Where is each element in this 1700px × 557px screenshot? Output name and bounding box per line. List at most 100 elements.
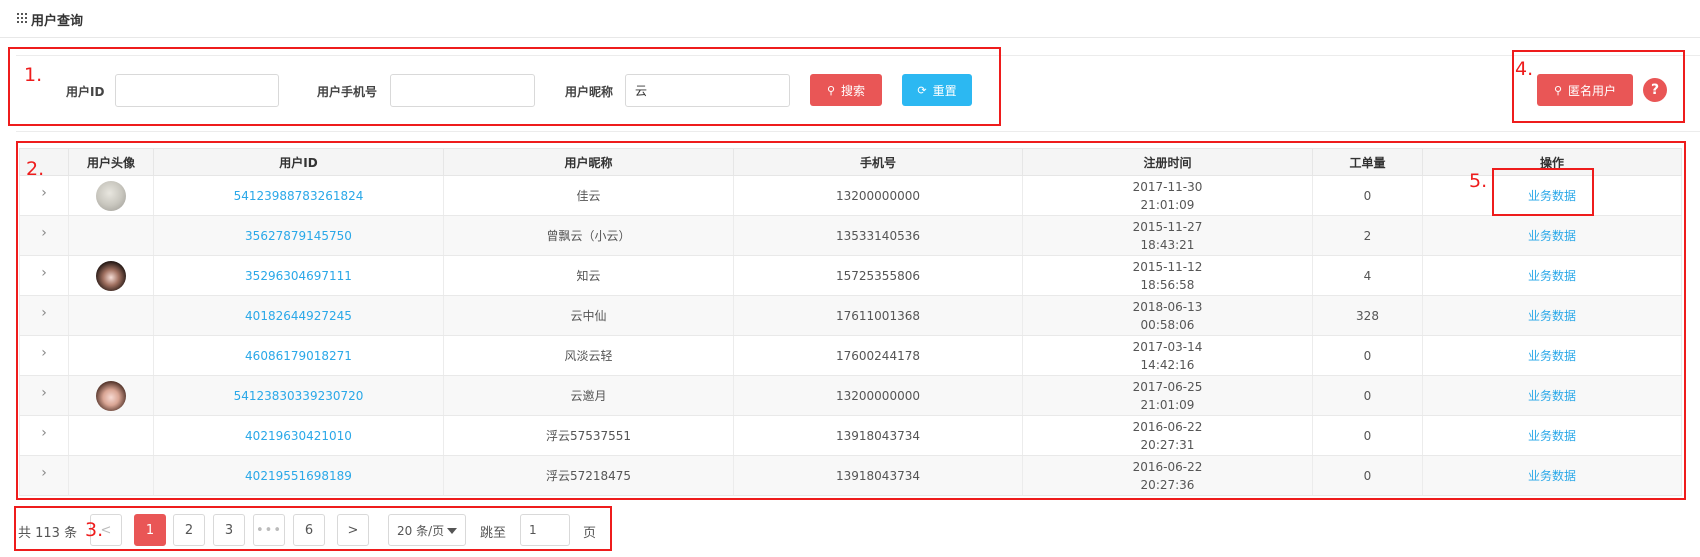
expand-chevron-icon[interactable]: ›: [41, 264, 47, 282]
user-id-link[interactable]: 54123830339230720: [234, 389, 364, 403]
table-header-row: 用户头像 用户ID 用户昵称 手机号 注册时间 工单量 操作: [19, 148, 1682, 176]
avatar-cell: [68, 415, 154, 456]
expand-chevron-icon[interactable]: ›: [41, 184, 47, 202]
phone-cell: 17600244178: [733, 335, 1023, 376]
table-row: › 54123830339230720 云邀月 13200000000 2017…: [19, 375, 1682, 416]
user-id-link[interactable]: 40219630421010: [245, 429, 352, 443]
expand-chevron-icon[interactable]: ›: [41, 304, 47, 322]
nickname-cell: 知云: [443, 255, 734, 296]
user-id-link[interactable]: 54123988783261824: [234, 189, 364, 203]
business-data-link[interactable]: 业务数据: [1528, 389, 1576, 403]
expand-chevron-icon[interactable]: ›: [41, 344, 47, 362]
nickname-cell: 曾飘云（小云）: [443, 215, 734, 256]
expand-chevron-icon[interactable]: ›: [41, 464, 47, 482]
user-id-link[interactable]: 35627879145750: [245, 229, 352, 243]
register-time-cell: 2015-11-27 18:43:21: [1022, 215, 1313, 256]
grid-menu-icon: [17, 13, 27, 23]
phone-cell: 15725355806: [733, 255, 1023, 296]
avatar: [96, 180, 126, 211]
order-count-cell: 0: [1312, 175, 1423, 216]
register-clock: 21:01:09: [1140, 197, 1195, 212]
refresh-icon: ⟳: [917, 83, 927, 97]
nickname-cell: 云邀月: [443, 375, 734, 416]
table-row: › 40219630421010 浮云57537551 13918043734 …: [19, 415, 1682, 456]
register-date: 2016-06-22: [1132, 459, 1203, 474]
business-data-link[interactable]: 业务数据: [1528, 309, 1576, 323]
register-clock: 21:01:09: [1140, 397, 1195, 412]
annotation-label-4: 4.: [1515, 58, 1534, 80]
order-count-cell: 0: [1312, 455, 1423, 496]
user-id-link[interactable]: 35296304697111: [245, 269, 352, 283]
annotation-label-1: 1.: [24, 64, 43, 86]
phone-input[interactable]: [390, 74, 535, 107]
register-time-cell: 2016-06-22 20:27:31: [1022, 415, 1313, 456]
register-date: 2016-06-22: [1132, 419, 1203, 434]
page-2-button[interactable]: 2: [173, 514, 205, 546]
search-icon: ⚲: [826, 83, 836, 97]
page-suffix-label: 页: [583, 526, 597, 541]
register-time-cell: 2017-03-14 14:42:16: [1022, 335, 1313, 376]
jump-label: 跳至: [480, 526, 507, 541]
nickname-cell: 浮云57218475: [443, 455, 734, 496]
user-id-link[interactable]: 40182644927245: [245, 309, 352, 323]
user-id-link[interactable]: 46086179018271: [245, 349, 352, 363]
register-clock: 18:56:58: [1140, 277, 1195, 292]
user-id-link[interactable]: 40219551698189: [245, 469, 352, 483]
next-page-button[interactable]: >: [337, 514, 369, 546]
avatar-cell: [68, 215, 154, 256]
phone-cell: 13918043734: [733, 415, 1023, 456]
business-data-link[interactable]: 业务数据: [1528, 229, 1576, 243]
col-order-count: 工单量: [1312, 148, 1423, 176]
col-user-id: 用户ID: [153, 148, 444, 176]
table-row: › 40182644927245 云中仙 17611001368 2018-06…: [19, 295, 1682, 336]
phone-cell: 13918043734: [733, 455, 1023, 496]
nickname-cell: 浮云57537551: [443, 415, 734, 456]
table-row: › 54123988783261824 佳云 13200000000 2017-…: [19, 175, 1682, 216]
nickname-input[interactable]: [625, 74, 790, 107]
page-size-select[interactable]: 20 条/页: [388, 514, 466, 546]
annotation-label-2: 2.: [26, 158, 45, 180]
page-size-value: 20 条/页: [397, 523, 445, 538]
anonymous-user-button[interactable]: ⚲ 匿名用户: [1537, 74, 1633, 106]
register-date: 2017-06-25: [1132, 379, 1203, 394]
help-icon[interactable]: ?: [1643, 78, 1667, 102]
order-count-cell: 328: [1312, 295, 1423, 336]
table-row: › 35296304697111 知云 15725355806 2015-11-…: [19, 255, 1682, 296]
order-count-cell: 2: [1312, 215, 1423, 256]
register-date: 2015-11-27: [1132, 219, 1203, 234]
jump-page-input[interactable]: [520, 514, 570, 546]
caret-down-icon: [447, 528, 457, 534]
page-6-button[interactable]: 6: [293, 514, 325, 546]
register-time-cell: 2016-06-22 20:27:36: [1022, 455, 1313, 496]
search-icon: ⚲: [1553, 83, 1563, 97]
expand-chevron-icon[interactable]: ›: [41, 224, 47, 242]
search-button-label: 搜索: [841, 83, 866, 98]
avatar: [96, 380, 126, 411]
order-count-cell: 0: [1312, 415, 1423, 456]
register-time-cell: 2018-06-13 00:58:06: [1022, 295, 1313, 336]
phone-cell: 13533140536: [733, 215, 1023, 256]
business-data-link[interactable]: 业务数据: [1528, 189, 1576, 203]
reset-button[interactable]: ⟳ 重置: [902, 74, 972, 106]
business-data-link[interactable]: 业务数据: [1528, 269, 1576, 283]
page-3-button[interactable]: 3: [213, 514, 245, 546]
business-data-link[interactable]: 业务数据: [1528, 469, 1576, 483]
expand-chevron-icon[interactable]: ›: [41, 424, 47, 442]
order-count-cell: 0: [1312, 375, 1423, 416]
annotation-label-5: 5.: [1469, 170, 1488, 192]
user-id-input[interactable]: [115, 74, 279, 107]
col-register-time: 注册时间: [1022, 148, 1313, 176]
expand-chevron-icon[interactable]: ›: [41, 384, 47, 402]
business-data-link[interactable]: 业务数据: [1528, 349, 1576, 363]
order-count-cell: 0: [1312, 335, 1423, 376]
nickname-cell: 佳云: [443, 175, 734, 216]
register-date: 2015-11-12: [1132, 259, 1203, 274]
page-ellipsis[interactable]: •••: [253, 514, 285, 546]
register-clock: 20:27:31: [1140, 437, 1195, 452]
reset-button-label: 重置: [932, 83, 957, 98]
page-1-button[interactable]: 1: [134, 514, 166, 546]
search-button[interactable]: ⚲ 搜索: [810, 74, 882, 106]
register-date: 2017-11-30: [1132, 179, 1203, 194]
table-row: › 40219551698189 浮云57218475 13918043734 …: [19, 455, 1682, 496]
business-data-link[interactable]: 业务数据: [1528, 429, 1576, 443]
